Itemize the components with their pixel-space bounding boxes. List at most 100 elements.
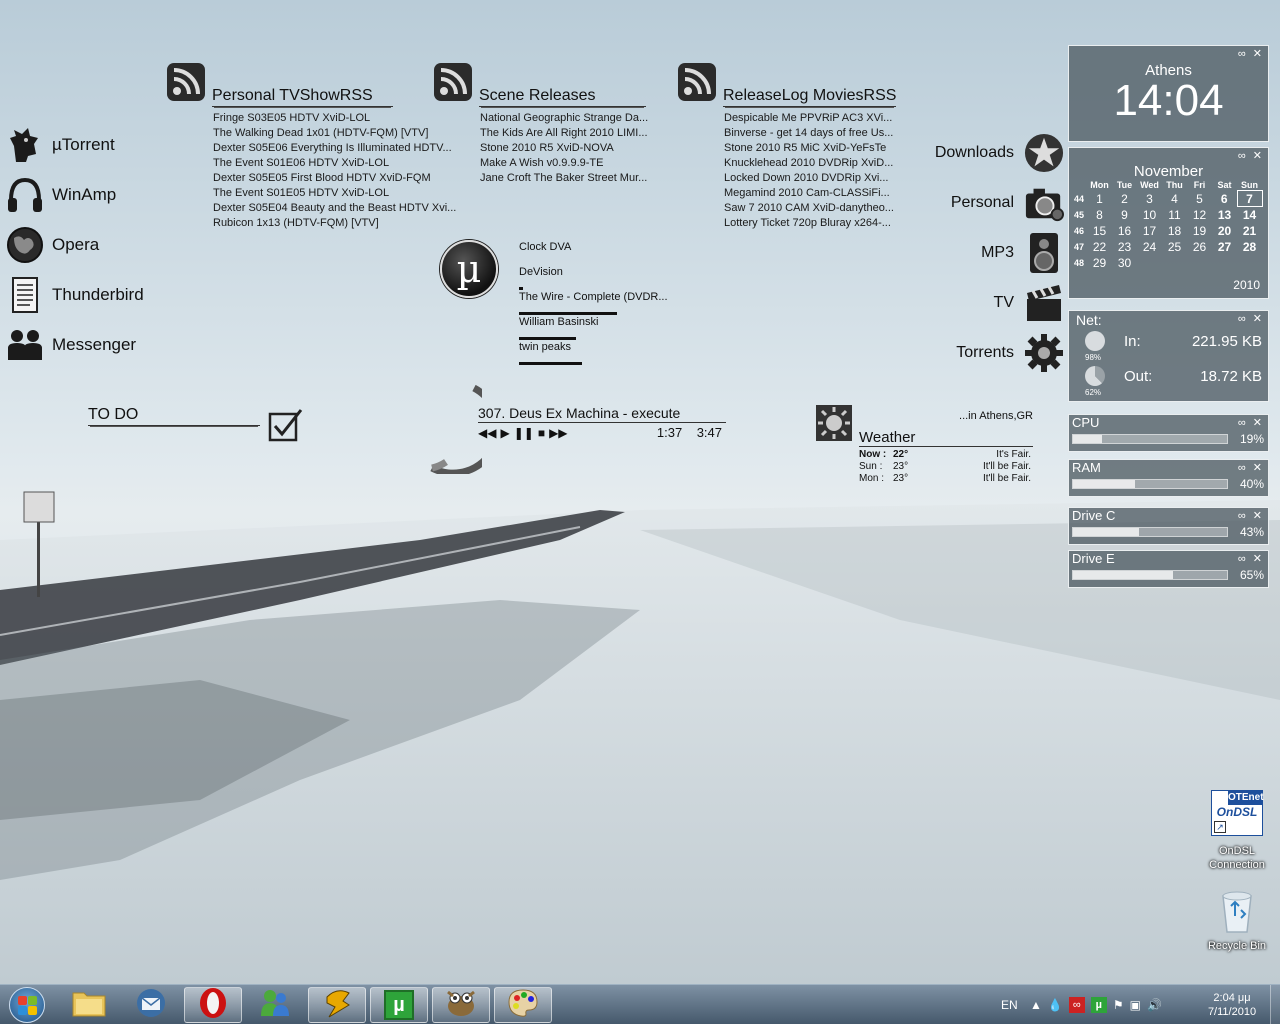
taskbar-utorrent[interactable]: µ bbox=[370, 987, 428, 1023]
taskbar-paint[interactable] bbox=[494, 987, 552, 1023]
calendar-day[interactable]: 22 bbox=[1087, 239, 1112, 255]
rss-item[interactable]: Dexter S05E04 Beauty and the Beast HDTV … bbox=[213, 201, 463, 216]
taskbar-clock[interactable]: 2:04 μμ 7/11/2010 bbox=[1192, 985, 1272, 1024]
rss-item[interactable]: Stone 2010 R5 XviD-NOVA bbox=[480, 141, 655, 156]
calendar-day[interactable]: 1 bbox=[1087, 191, 1112, 207]
torrent-item[interactable]: twin peaks bbox=[519, 340, 674, 365]
calendar-day[interactable]: 11 bbox=[1162, 207, 1187, 223]
calendar-day[interactable]: 8 bbox=[1087, 207, 1112, 223]
taskbar-gimp[interactable] bbox=[432, 987, 490, 1023]
launcher-utorrent[interactable]: µTorrent bbox=[6, 123, 115, 167]
weather-title[interactable]: Weather bbox=[859, 429, 1033, 447]
clock-gadget[interactable]: ∞ ✕ Athens 14:04 bbox=[1068, 45, 1269, 142]
stop-icon[interactable]: ■ bbox=[538, 426, 545, 440]
calendar-gadget[interactable]: ∞ ✕ November Mon Tue Wed Thu Fri Sat Sun 44 1 2 3 4… bbox=[1068, 147, 1269, 299]
calendar-day[interactable]: 15 bbox=[1087, 223, 1112, 239]
launcher-messenger[interactable]: Messenger bbox=[6, 323, 136, 367]
calendar-day[interactable]: 29 bbox=[1087, 255, 1112, 271]
taskbar-thunderbird[interactable] bbox=[122, 987, 180, 1023]
network-gadget[interactable]: ∞ ✕ Net: 98% 62% In: 221.95 KB Out: 18.7… bbox=[1068, 310, 1269, 402]
rss-item[interactable]: Knucklehead 2010 DVDRip XviD... bbox=[724, 156, 899, 171]
todo-label[interactable]: TO DO bbox=[88, 406, 260, 426]
calendar-day[interactable]: 9 bbox=[1112, 207, 1137, 223]
action-center-flag-icon[interactable]: ⚑ bbox=[1113, 998, 1124, 1012]
rss-title[interactable]: Scene Releases bbox=[479, 87, 646, 107]
torrent-item[interactable]: William Basinski bbox=[519, 315, 674, 340]
rss-item[interactable]: National Geographic Strange Da... bbox=[480, 111, 655, 126]
calendar-day[interactable]: 2 bbox=[1112, 191, 1137, 207]
desktop-icon-ondsl[interactable]: OTEnet OnDSL ↗ OnDSL Connection bbox=[1202, 790, 1272, 872]
calendar-day[interactable]: 4 bbox=[1162, 191, 1187, 207]
rss-item[interactable]: Binverse - get 14 days of free Us... bbox=[724, 126, 899, 141]
torrent-item[interactable]: Clock DVA bbox=[519, 240, 674, 265]
calendar-day[interactable]: 12 bbox=[1187, 207, 1212, 223]
rss-title[interactable]: ReleaseLog MoviesRSS bbox=[723, 87, 897, 107]
calendar-day[interactable]: 14 bbox=[1237, 207, 1262, 223]
gadget-controls[interactable]: ∞ ✕ bbox=[1238, 416, 1264, 429]
calendar-day[interactable]: 6 bbox=[1212, 191, 1237, 207]
next-icon[interactable]: ▶▶ bbox=[549, 426, 567, 440]
calendar-day[interactable]: 13 bbox=[1212, 207, 1237, 223]
launcher-mp3[interactable]: MP3 bbox=[981, 231, 1064, 275]
utorrent-logo-icon[interactable]: µ bbox=[440, 240, 498, 298]
meter-gadget-cpu[interactable]: ∞ ✕ CPU 19% bbox=[1068, 414, 1269, 452]
calendar-day[interactable]: 16 bbox=[1112, 223, 1137, 239]
desktop-icon-recycle-bin[interactable]: Recycle Bin bbox=[1202, 888, 1272, 952]
rss-item[interactable]: Saw 7 2010 CAM XviD-danytheo... bbox=[724, 201, 899, 216]
prev-icon[interactable]: ◀◀ bbox=[478, 426, 496, 440]
gadget-controls[interactable]: ∞ ✕ bbox=[1238, 47, 1264, 60]
rss-item[interactable]: Jane Croft The Baker Street Mur... bbox=[480, 171, 655, 186]
calendar-day[interactable]: 26 bbox=[1187, 239, 1212, 255]
launcher-winamp[interactable]: WinAmp bbox=[6, 173, 116, 217]
launcher-tv[interactable]: TV bbox=[994, 281, 1064, 325]
calendar-day[interactable]: 19 bbox=[1187, 223, 1212, 239]
torrent-item[interactable]: The Wire - Complete (DVDR... bbox=[519, 290, 674, 315]
network-tray-icon[interactable]: ▣ bbox=[1130, 998, 1141, 1012]
launcher-thunderbird[interactable]: Thunderbird bbox=[6, 273, 144, 317]
gadget-controls[interactable]: ∞ ✕ bbox=[1238, 461, 1264, 474]
taskbar-winamp[interactable] bbox=[308, 987, 366, 1023]
calendar-day[interactable]: 10 bbox=[1137, 207, 1162, 223]
calendar-day[interactable]: 7 bbox=[1236, 190, 1263, 207]
gadget-controls[interactable]: ∞ ✕ bbox=[1238, 149, 1264, 162]
launcher-torrents[interactable]: Torrents bbox=[956, 331, 1064, 375]
rss-item[interactable]: Despicable Me PPVRiP AC3 XVi... bbox=[724, 111, 899, 126]
meter-gadget-drive-e[interactable]: ∞ ✕ Drive E 65% bbox=[1068, 550, 1269, 588]
rss-item[interactable]: Fringe S03E05 HDTV XviD-LOL bbox=[213, 111, 463, 126]
calendar-day[interactable]: 28 bbox=[1237, 239, 1262, 255]
rss-item[interactable]: Lottery Ticket 720p Bluray x264-... bbox=[724, 216, 899, 231]
adobe-tray-icon[interactable]: ∞ bbox=[1068, 997, 1085, 1013]
water-drop-icon[interactable]: 💧 bbox=[1048, 998, 1063, 1012]
launcher-personal[interactable]: Personal bbox=[951, 181, 1064, 225]
language-indicator[interactable]: EN bbox=[1001, 985, 1018, 1024]
gadget-controls[interactable]: ∞ ✕ bbox=[1238, 552, 1264, 565]
gadget-controls[interactable]: ∞ ✕ bbox=[1238, 509, 1264, 522]
rss-item[interactable]: Locked Down 2010 DVDRip Xvi... bbox=[724, 171, 899, 186]
calendar-day[interactable]: 21 bbox=[1237, 223, 1262, 239]
volume-icon[interactable]: 🔊 bbox=[1147, 998, 1162, 1012]
show-desktop-button[interactable] bbox=[1270, 985, 1280, 1024]
launcher-downloads[interactable]: Downloads bbox=[935, 131, 1064, 175]
rss-item[interactable]: The Event S01E05 HDTV XviD-LOL bbox=[213, 186, 463, 201]
start-button[interactable] bbox=[2, 987, 52, 1023]
meter-gadget-ram[interactable]: ∞ ✕ RAM 40% bbox=[1068, 459, 1269, 497]
rss-item[interactable]: Stone 2010 R5 MiC XviD-YeFsTe bbox=[724, 141, 899, 156]
rss-item[interactable]: The Event S01E06 HDTV XviD-LOL bbox=[213, 156, 463, 171]
launcher-opera[interactable]: Opera bbox=[6, 223, 99, 267]
torrent-item[interactable]: DeVision bbox=[519, 265, 674, 290]
calendar-day[interactable]: 27 bbox=[1212, 239, 1237, 255]
calendar-day[interactable]: 25 bbox=[1162, 239, 1187, 255]
calendar-day[interactable]: 17 bbox=[1137, 223, 1162, 239]
rss-item[interactable]: Dexter S05E05 First Blood HDTV XviD-FQM bbox=[213, 171, 463, 186]
calendar-day[interactable]: 30 bbox=[1112, 255, 1137, 271]
calendar-day[interactable]: 23 bbox=[1112, 239, 1137, 255]
meter-gadget-drive-c[interactable]: ∞ ✕ Drive C 43% bbox=[1068, 507, 1269, 545]
checkbox-icon[interactable] bbox=[268, 408, 304, 447]
rss-item[interactable]: Make A Wish v0.9.9.9-TE bbox=[480, 156, 655, 171]
rss-item[interactable]: Rubicon 1x13 (HDTV-FQM) [VTV] bbox=[213, 216, 463, 231]
calendar-day[interactable]: 5 bbox=[1187, 191, 1212, 207]
taskbar-messenger[interactable] bbox=[246, 987, 304, 1023]
utorrent-tray-icon[interactable]: µ bbox=[1090, 997, 1107, 1013]
taskbar-explorer[interactable] bbox=[60, 987, 118, 1023]
rss-item[interactable]: Megamind 2010 Cam-CLASSiFi... bbox=[724, 186, 899, 201]
